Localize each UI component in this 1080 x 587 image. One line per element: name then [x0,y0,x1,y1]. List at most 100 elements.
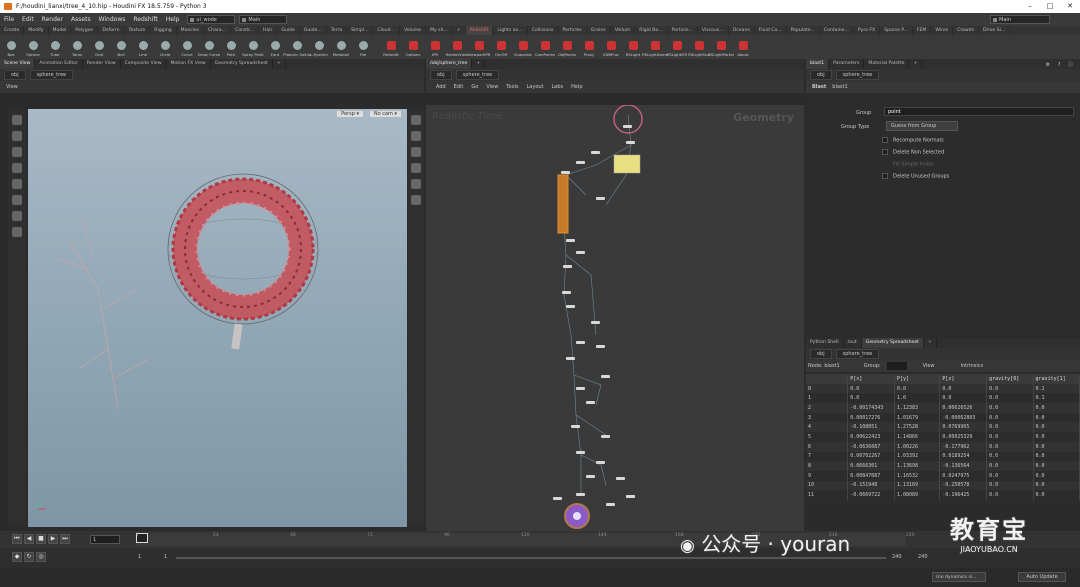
redshift-tool[interactable]: On/Off [490,35,512,59]
redshift-tool[interactable]: CamParms [534,35,556,59]
shelf-tab[interactable]: Simpl... [347,26,374,35]
network-node[interactable] [566,239,575,242]
pane-tab[interactable]: + [909,59,923,69]
param-node-chip[interactable]: sphere_tree [835,70,880,80]
transform-icon[interactable] [12,163,22,173]
menu-render[interactable]: Render [38,16,67,23]
network-node[interactable] [586,401,595,404]
network-menu-item[interactable]: Go [471,84,478,90]
camera-icon[interactable] [411,179,421,189]
shelf-tab[interactable]: Oceans [729,26,755,35]
redshift-tool[interactable]: RSLightSun [688,35,710,59]
shelf-tool[interactable]: Null [110,35,132,59]
shelf-tab[interactable]: Polygon [71,26,99,35]
shelf-tool[interactable]: Grid [88,35,110,59]
redshift-tool[interactable]: Options [402,35,424,59]
pane-tab[interactable]: + [924,338,937,348]
redshift-tool[interactable]: RSLightIES [666,35,688,59]
shelf-tab[interactable]: Modify [24,26,49,35]
shelf-tab[interactable]: Muscles [177,26,204,35]
network-menu-item[interactable]: Help [571,84,582,90]
pane-tab[interactable]: Python Shell [806,338,844,348]
shelf-tab[interactable]: Rigging [150,26,177,35]
menu-assets[interactable]: Assets [67,16,95,23]
redshift-tool[interactable]: RSLightDome [642,35,668,59]
jump-start-icon[interactable]: ⏮ [12,534,22,544]
shelf-tab[interactable]: Sparse P... [880,26,913,35]
network-node[interactable] [566,357,575,360]
network-menu-item[interactable]: Edit [454,84,464,90]
range-start-2[interactable]: 1 [164,554,167,560]
network-node[interactable] [596,345,605,348]
redshift-tool[interactable]: About [732,35,754,59]
delete-non-selected-checkbox[interactable] [882,149,888,155]
display-options-icon[interactable] [411,115,421,125]
network-node[interactable] [566,305,575,308]
network-node[interactable] [606,503,615,506]
loop-icon[interactable]: ↻ [24,552,34,562]
shelf-tab[interactable]: Constr... [231,26,259,35]
network-node[interactable] [576,161,585,164]
network-node[interactable] [601,375,610,378]
net-obj-chip[interactable]: obj [430,70,452,80]
shelf-tab[interactable]: Volume [400,26,427,35]
shelf-tab[interactable]: My sh... [426,26,453,35]
shelf-tool[interactable]: Metaball [330,35,352,59]
shelf-tab[interactable]: Pyro FX [854,26,881,35]
geometry-table[interactable]: P[x] P[y] P[z] gravity[0] gravity[1] 0 0.0 0.0 0… [806,374,1080,500]
range-start[interactable]: 1 [138,554,141,560]
shelf-tab[interactable]: + [453,26,466,35]
menu-help[interactable]: Help [162,16,184,23]
obj-chip[interactable]: obj [4,70,26,80]
range-slider[interactable] [176,557,886,559]
shelf-tab[interactable]: Drive Si... [979,26,1011,35]
magnet-icon[interactable] [12,227,22,237]
shelf-tool[interactable]: Platonic Solids [283,35,311,59]
fill-holes-toggle[interactable]: Fill Simple Holes [882,161,934,168]
shelf-tab[interactable]: Hair [259,26,278,35]
shelf-tab[interactable]: Grains [587,26,611,35]
pane-tab[interactable]: /out [844,338,862,348]
network-node[interactable] [626,495,635,498]
network-node[interactable] [562,291,571,294]
network-node[interactable] [576,341,585,344]
redshift-tool[interactable]: IPR [424,35,446,59]
network-editor[interactable]: Realistic Time Geometry [426,105,804,531]
shelf-tab[interactable]: Cloud... [373,26,400,35]
shelf-tool[interactable]: Tube [44,35,66,59]
param-obj-chip[interactable]: obj [810,70,832,80]
redshift-tool[interactable]: Proxy [578,35,600,59]
jump-end-icon[interactable]: ⏭ [60,534,70,544]
handle-icon[interactable] [12,179,22,189]
node-name-field[interactable]: blast1 [832,84,847,90]
shelf-tab[interactable]: Guide [277,26,300,35]
menu-windows[interactable]: Windows [95,16,130,23]
shelf-tab[interactable]: Terra [327,26,348,35]
desktop-selector[interactable]: ui_wode [187,15,236,24]
delete-non-selected-toggle[interactable]: Delete Non Selected [882,149,944,156]
current-frame-field[interactable]: 1 [90,535,120,544]
pane-tab[interactable]: Geometry Spreadsheet [211,59,273,69]
network-node[interactable] [576,493,585,496]
shelf-tab[interactable]: Vellum [611,26,636,35]
shelf-tab[interactable]: Containe... [820,26,854,35]
sheet-node-chip[interactable]: sphere_tree [835,349,880,359]
shelf-tab[interactable]: Fluid Co... [755,26,787,35]
shelf-tool[interactable]: File [352,35,374,59]
shelf-tab[interactable]: Viscous... [698,26,729,35]
key-icon[interactable]: ◆ [12,552,22,562]
redshift-tool[interactable]: Redshift [380,35,402,59]
param-header-icons[interactable]: ⚙ ? ⓘ [1046,61,1076,68]
close-button[interactable]: ✕ [1060,0,1080,13]
network-node[interactable] [591,151,600,154]
sheet-intrinsics-menu[interactable]: Intrinsics [961,363,984,369]
shelf-tab[interactable]: Lights an... [493,26,528,35]
network-menu-item[interactable]: Tools [506,84,518,90]
auto-update-button[interactable]: Auto Update [1018,572,1066,582]
paint-icon[interactable] [12,211,22,221]
realtime-icon[interactable]: ◎ [36,552,46,562]
shelf-tab[interactable]: Populate... [787,26,820,35]
pane-tab[interactable]: /obj/sphere_tree [426,59,473,69]
lock-icon[interactable] [12,147,22,157]
shelf-tool[interactable]: Box [0,35,22,59]
